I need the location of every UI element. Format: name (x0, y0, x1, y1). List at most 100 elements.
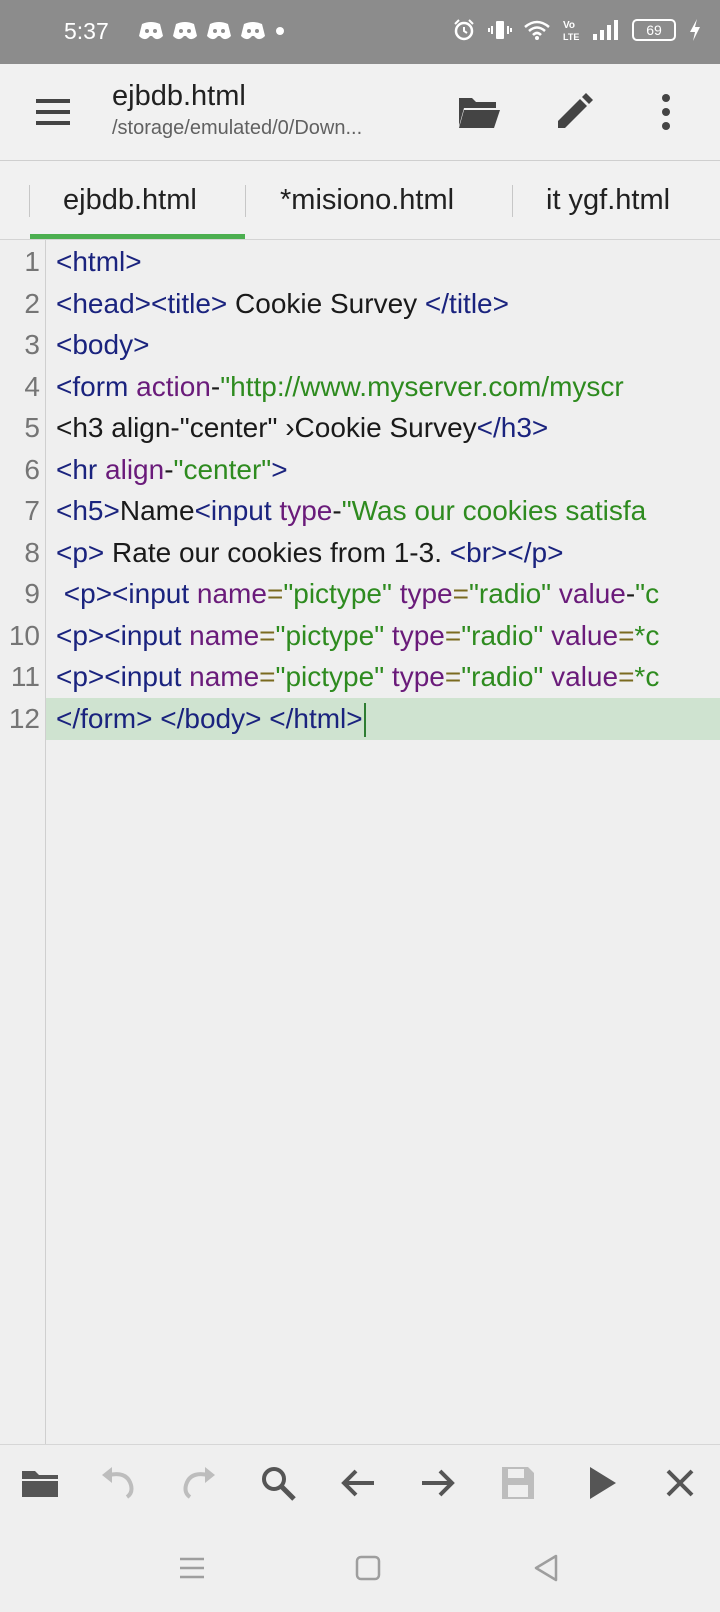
save-button[interactable] (498, 1463, 542, 1507)
code-token: Rate our cookies from 1-3. (104, 536, 450, 568)
editor-toolbar (0, 1444, 720, 1525)
alarm-icon (454, 19, 474, 41)
redo-button[interactable] (178, 1463, 222, 1507)
close-file-button[interactable] (660, 1463, 704, 1507)
line-number: 8 (24, 536, 40, 568)
code-token: *c (634, 661, 660, 692)
code-token: "radio" (461, 661, 544, 692)
code-token: - (210, 370, 221, 402)
next-button[interactable] (418, 1463, 462, 1507)
more-options-button[interactable] (656, 90, 676, 134)
code-token: "pictype" (283, 578, 392, 609)
line-number: 11 (10, 661, 40, 692)
vibrate-icon (488, 21, 512, 39)
code-token: Name (119, 495, 195, 526)
code-line[interactable]: <hr align-"center"> (56, 449, 288, 491)
line-number: 7 (24, 495, 40, 526)
folder-open-icon (459, 98, 500, 128)
code-token: <p><input (56, 619, 190, 651)
code-line[interactable]: <h3 align-"center" ›Cookie Survey</h3> (56, 407, 548, 449)
code-token: "pictype" (275, 619, 385, 651)
code-token: type (279, 495, 333, 526)
previous-button[interactable] (338, 1463, 382, 1507)
undo-icon (102, 1467, 134, 1499)
code-token: <p><input (63, 578, 197, 609)
code-line[interactable]: <h5>Name<input type-"Was our cookies sat… (56, 490, 646, 532)
code-token: <head><title> (56, 287, 228, 319)
line-number: 9 (24, 578, 40, 609)
code-line[interactable]: </form> </body> </html> (56, 698, 366, 740)
run-button[interactable] (582, 1463, 626, 1507)
home-button[interactable] (350, 1550, 386, 1586)
discord-icon (207, 22, 231, 40)
status-time: 5:37 (64, 18, 109, 44)
file-path: /storage/emulated/0/Down... (112, 117, 363, 139)
code-token: "c (635, 578, 660, 609)
system-nav-bar (0, 1524, 720, 1612)
code-token: <p><input (56, 661, 190, 692)
code-line[interactable]: <body> (56, 324, 149, 366)
tab-separator (512, 185, 513, 217)
tab-it-ygf[interactable]: it ygf.html (546, 161, 670, 239)
code-line[interactable]: <html> (56, 241, 142, 283)
code-token: Cookie Survey (227, 287, 425, 319)
discord-icon (241, 22, 265, 40)
line-number: 10 (8, 619, 40, 651)
tab-ejbdb[interactable]: ejbdb.html (63, 161, 197, 239)
code-line[interactable]: <p><input name="pictype" type="radio" va… (56, 615, 659, 657)
code-line[interactable]: <p><input name="pictype" type="radio" va… (56, 573, 659, 615)
code-token: = (266, 578, 284, 609)
line-number: 4 (24, 370, 40, 402)
code-token: - (164, 453, 174, 485)
recents-button[interactable] (174, 1550, 210, 1586)
code-token: </title> (424, 287, 509, 319)
code-token: align (105, 453, 165, 485)
edit-button[interactable] (553, 88, 597, 132)
gutter-divider (45, 240, 46, 1444)
code-token: name (196, 578, 267, 609)
code-line[interactable]: <form action-"http://www.myserver.com/my… (56, 366, 624, 408)
line-number: 3 (24, 329, 40, 360)
line-number: 12 (8, 702, 40, 734)
line-number: 1 (24, 246, 40, 277)
code-line[interactable]: <p><input name="pictype" type="radio" va… (56, 656, 659, 698)
code-token: = (444, 619, 462, 651)
code-token: "pictype" (275, 661, 385, 692)
recents-icon (180, 1557, 204, 1579)
code-token: <br></p> (449, 536, 564, 568)
pencil-icon (558, 93, 593, 128)
home-icon (355, 1555, 381, 1581)
file-title: ejbdb.html (112, 80, 246, 112)
discord-icon (173, 22, 197, 40)
tab-bar: ejbdb.html *misiono.html it ygf.html (0, 161, 720, 240)
code-token: = (444, 661, 462, 692)
code-token: "radio" (461, 619, 544, 651)
code-editor[interactable]: 1 <html> 2 <head><title> Cookie Survey </ti… (0, 240, 720, 1444)
search-button[interactable] (258, 1463, 302, 1507)
menu-button[interactable] (32, 92, 74, 132)
svg-text:Vo: Vo (563, 20, 575, 31)
code-token: "Was our cookies satisfa (341, 495, 647, 526)
tab-misiono[interactable]: *misiono.html (280, 161, 454, 239)
redo-icon (183, 1467, 215, 1499)
code-token: - (625, 578, 636, 609)
back-button[interactable] (528, 1550, 564, 1586)
dot-icon (276, 27, 284, 35)
code-token: </form> </body> </html> (56, 702, 363, 734)
code-token: - (332, 495, 342, 526)
code-token: <hr (56, 453, 106, 485)
volte-icon: VoLTE (563, 20, 579, 42)
discord-icon (139, 22, 163, 40)
tab-separator (245, 185, 246, 217)
code-line[interactable]: <p> Rate our cookies from 1-3. <br></p> (56, 532, 563, 574)
text-cursor (363, 703, 366, 738)
undo-button[interactable] (99, 1463, 143, 1507)
open-file-button[interactable] (20, 1463, 64, 1507)
code-token: name (189, 619, 260, 651)
app-bar: ejbdb.html /storage/emulated/0/Down... (0, 64, 720, 161)
code-line[interactable]: <head><title> Cookie Survey </title> (56, 283, 509, 325)
arrow-right-icon (422, 1469, 455, 1497)
code-token: value (543, 661, 619, 692)
code-token: "center" (173, 453, 272, 485)
open-folder-button[interactable] (456, 90, 502, 134)
